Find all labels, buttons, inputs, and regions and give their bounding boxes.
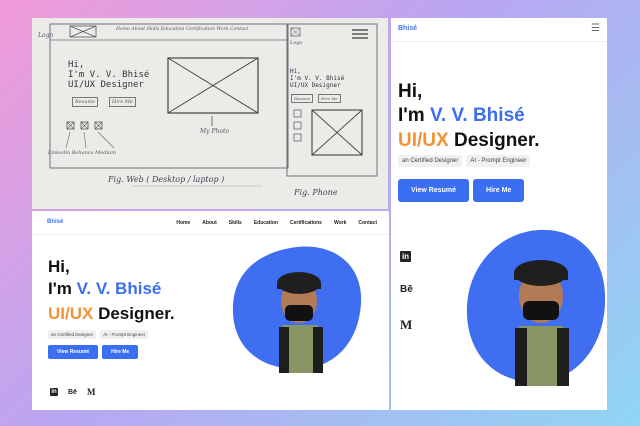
nav-about[interactable]: About [202, 220, 216, 226]
linkedin-icon[interactable]: in [50, 388, 58, 396]
greeting: Hi, [48, 257, 70, 276]
medium-icon[interactable]: M [87, 387, 96, 397]
sketch-hi: Hi, [68, 60, 85, 70]
view-resume-button[interactable]: View Resumé [48, 345, 99, 359]
mobile-site-logo[interactable]: Bhisé [398, 25, 417, 32]
mobile-name-prefix: I'm [398, 105, 430, 126]
desktop-preview: Bhisé Home About Skills Education Certif… [32, 211, 389, 410]
hire-me-button[interactable]: Hire Me [102, 345, 139, 359]
navbar: Bhisé Home About Skills Education Certif… [32, 211, 389, 235]
mobile-tag-list: an Certified Designer AI - Prompt Engine… [398, 155, 531, 167]
profile-photo [232, 246, 362, 373]
behance-icon[interactable]: Bē [68, 389, 77, 396]
mobile-hero-name: I'm V. V. Bhisé [398, 103, 525, 129]
name-prefix: I'm [48, 279, 77, 298]
sketch-photo-note: My Photo [200, 128, 229, 135]
mobile-role-rest: Designer. [448, 130, 540, 151]
mobile-greeting: Hi, [398, 81, 423, 102]
mobile-behance-icon[interactable]: Bē [400, 284, 413, 295]
role-rest: Designer. [93, 304, 175, 323]
cta-buttons: View Resumé Hire Me [48, 345, 139, 359]
mobile-tag-certified: an Certified Designer [398, 155, 463, 167]
nav-education[interactable]: Education [254, 220, 278, 226]
name-highlight: V. V. Bhisé [76, 279, 162, 298]
mobile-preview: Bhisé ☰ Hi, I'm V. V. Bhisé UI/UX Design… [391, 18, 607, 410]
tag-certified: an Certified Designer [48, 330, 97, 339]
sketch-caption-phone: Fig. Phone [294, 188, 338, 197]
site-logo[interactable]: Bhisé [47, 219, 63, 225]
mobile-linkedin-icon[interactable]: in [400, 251, 411, 262]
nav-home[interactable]: Home [176, 220, 190, 226]
tag-prompt: AI - Prompt Engineer [100, 330, 149, 339]
sketch-phone-role: UI/UX Designer [290, 82, 341, 89]
mobile-name-highlight: V. V. Bhisé [429, 105, 525, 126]
hero-role: UI/UX Designer. [48, 302, 175, 326]
tag-list: an Certified Designer AI - Prompt Engine… [48, 330, 149, 339]
sketch-nav-text: Home About Skills Education Certificatio… [116, 27, 249, 32]
mobile-social-links: in Bē M [400, 251, 413, 333]
sketch-phone-resume-button: Resume [291, 94, 314, 103]
nav-certifications[interactable]: Certifications [290, 220, 322, 226]
nav-links: Home About Skills Education Certificatio… [176, 220, 377, 226]
sketch-role: UI/UX Designer [68, 80, 144, 90]
mobile-hero-role: UI/UX Designer. [398, 128, 540, 154]
mobile-role-highlight: UI/UX [398, 130, 449, 151]
sketch-phone-name: I'm V. V. Bhisé [290, 75, 345, 82]
mobile-hire-me-button[interactable]: Hire Me [473, 179, 525, 202]
mobile-navbar: Bhisé ☰ [391, 18, 607, 42]
sketch-resume-button: Resume [72, 97, 99, 107]
nav-skills[interactable]: Skills [229, 220, 242, 226]
sketch-phone-hi: Hi, [290, 68, 301, 75]
wireframe-sketch-panel: Logo Home About Skills Education Certifi… [32, 18, 388, 209]
mobile-profile-photo [466, 229, 606, 386]
sketch-caption-web: Fig. Web ( Desktop / laptop ) [108, 175, 225, 184]
hero-name: I'm V. V. Bhisé [48, 277, 161, 301]
nav-work[interactable]: Work [334, 220, 346, 226]
sketch-icons-note: Linkedin Behance Medium [48, 150, 116, 156]
sketch-logo-note: Logo [38, 32, 54, 39]
hamburger-menu-icon[interactable]: ☰ [591, 24, 600, 34]
mobile-medium-icon[interactable]: M [400, 317, 413, 333]
mobile-tag-prompt: AI - Prompt Engineer [466, 155, 531, 167]
mobile-view-resume-button[interactable]: View Resumé [398, 179, 470, 202]
nav-contact[interactable]: Contact [358, 220, 377, 226]
sketch-name: I'm V. V. Bhisé [68, 70, 150, 80]
social-links: in Bē M [50, 387, 95, 397]
mobile-cta-buttons: View Resumé Hire Me [398, 179, 525, 202]
sketch-phone-hire-button: Hire Me [318, 94, 341, 103]
role-highlight: UI/UX [48, 304, 94, 323]
sketch-hire-button: Hire Me [109, 97, 136, 107]
sketch-phone-logo: Logo [290, 40, 303, 46]
